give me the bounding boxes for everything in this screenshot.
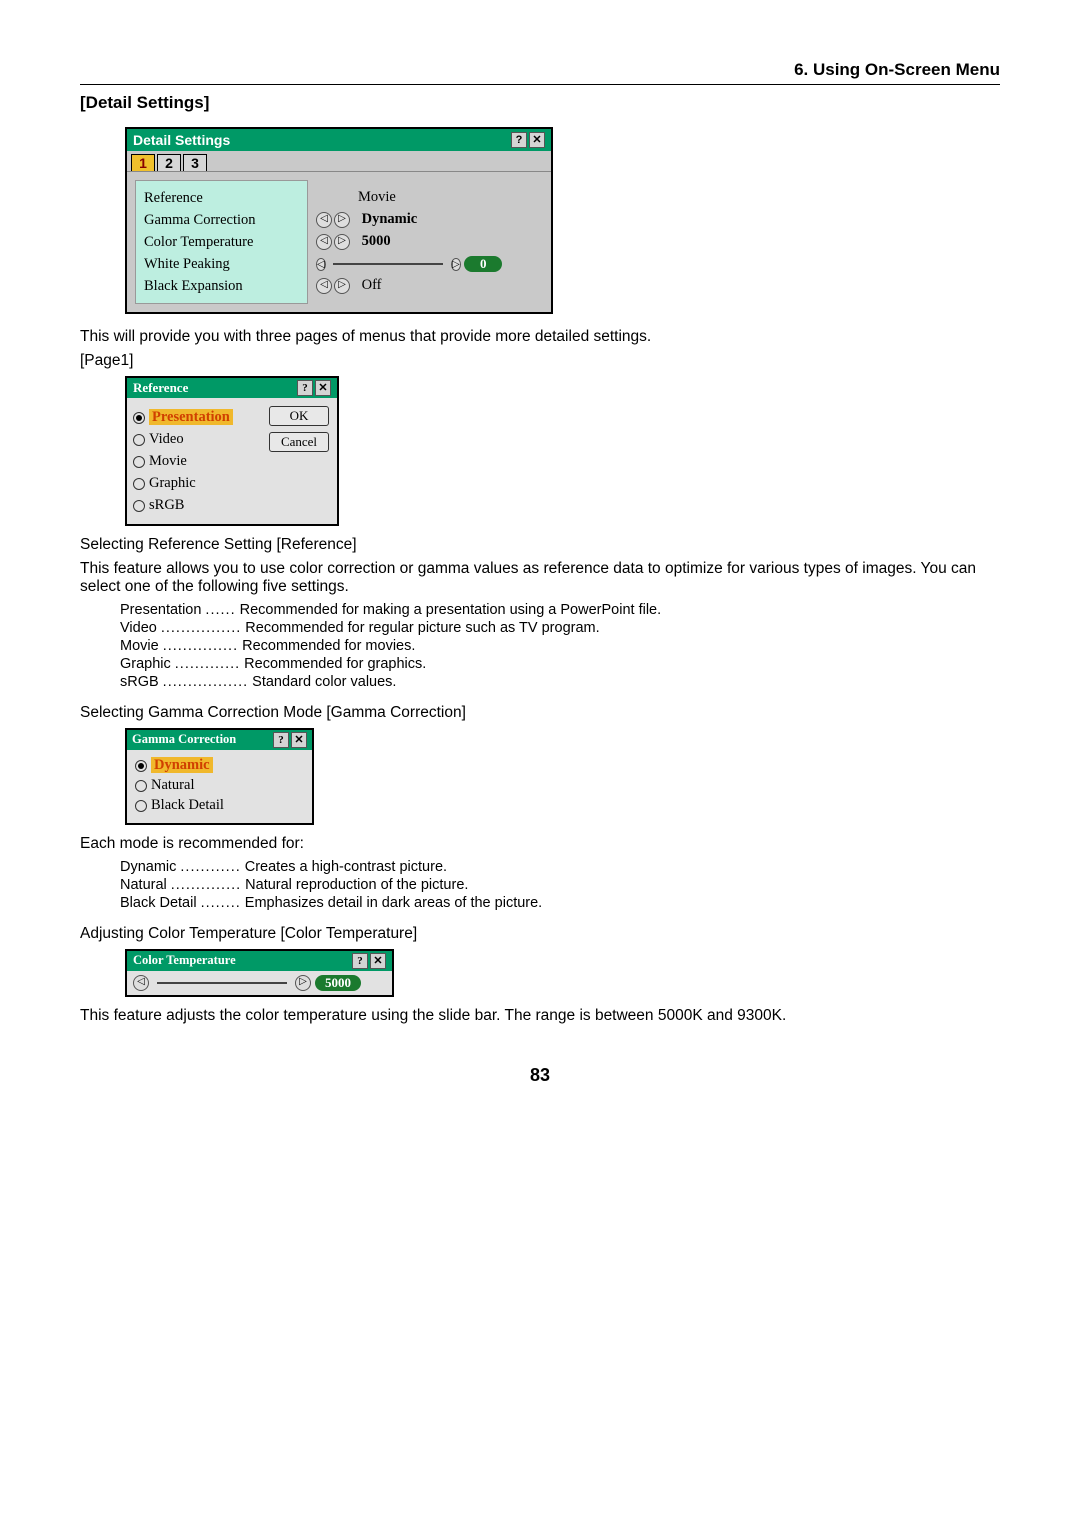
right-arrow-icon[interactable]: ▷ (451, 258, 461, 271)
page1-label: [Page1] (80, 352, 1000, 370)
close-icon[interactable]: ✕ (370, 953, 386, 969)
radio-option[interactable]: Presentation (133, 406, 265, 428)
ct-description: This feature adjusts the color temperatu… (80, 1007, 1000, 1025)
intro-text: This will provide you with three pages o… (80, 328, 1000, 346)
row-label: Gamma Correction (144, 209, 299, 231)
page-number: 83 (80, 1065, 1000, 1086)
list-item: Video................Recommended for reg… (120, 620, 1000, 636)
reference-heading: Selecting Reference Setting [Reference] (80, 536, 1000, 554)
color-temp-dialog: Color Temperature ? ✕ ◁ ▷ 5000 (125, 949, 394, 997)
list-item: Movie...............Recommended for movi… (120, 638, 1000, 654)
section-header: 6. Using On-Screen Menu (80, 60, 1000, 85)
left-arrow-icon[interactable]: ◁ (316, 278, 332, 294)
row-label: White Peaking (144, 253, 299, 275)
row-value: Dynamic (362, 211, 418, 227)
slider-track[interactable] (333, 263, 443, 265)
close-icon[interactable]: ✕ (315, 380, 331, 396)
page-title: [Detail Settings] (80, 93, 1000, 113)
list-item: Graphic.............Recommended for grap… (120, 656, 1000, 672)
list-item: Black Detail........Emphasizes detail in… (120, 895, 1000, 911)
left-arrow-icon[interactable]: ◁ (316, 212, 332, 228)
row-label: Reference (144, 187, 299, 209)
cancel-button[interactable]: Cancel (269, 432, 329, 452)
radio-option[interactable]: Natural (135, 775, 304, 795)
detail-settings-dialog: Detail Settings ? ✕ 1 2 3 Reference Gamm… (125, 127, 553, 314)
ct-heading: Adjusting Color Temperature [Color Tempe… (80, 925, 1000, 943)
right-arrow-icon[interactable]: ▷ (334, 234, 350, 250)
left-arrow-icon[interactable]: ◁ (316, 234, 332, 250)
row-value: 0 (464, 256, 502, 272)
right-arrow-icon[interactable]: ▷ (334, 212, 350, 228)
tab-3[interactable]: 3 (183, 154, 207, 171)
list-item: Presentation......Recommended for making… (120, 602, 1000, 618)
help-icon[interactable]: ? (297, 380, 313, 396)
left-arrow-icon[interactable]: ◁ (133, 975, 149, 991)
color-temp-value: 5000 (315, 975, 361, 991)
radio-option[interactable]: sRGB (133, 494, 265, 516)
row-label: Color Temperature (144, 231, 299, 253)
radio-option[interactable]: Graphic (133, 472, 265, 494)
help-icon[interactable]: ? (511, 132, 527, 148)
close-icon[interactable]: ✕ (529, 132, 545, 148)
left-arrow-icon[interactable]: ◁ (316, 258, 326, 271)
help-icon[interactable]: ? (352, 953, 368, 969)
right-arrow-icon[interactable]: ▷ (295, 975, 311, 991)
detail-settings-title: Detail Settings (133, 132, 230, 148)
reference-title: Reference (133, 380, 188, 396)
slider-track[interactable] (157, 982, 287, 984)
ok-button[interactable]: OK (269, 406, 329, 426)
radio-option[interactable]: Black Detail (135, 795, 304, 815)
list-item: Natural..............Natural reproductio… (120, 877, 1000, 893)
list-item: Dynamic............Creates a high-contra… (120, 859, 1000, 875)
row-label: Black Expansion (144, 275, 299, 297)
reference-description: This feature allows you to use color cor… (80, 560, 1000, 596)
reference-dialog: Reference ? ✕ Presentation Video Movie G… (125, 376, 339, 526)
tab-2[interactable]: 2 (157, 154, 181, 171)
gamma-title: Gamma Correction (132, 732, 236, 748)
row-value: Movie (358, 189, 396, 205)
gamma-heading: Selecting Gamma Correction Mode [Gamma C… (80, 704, 1000, 722)
list-item: sRGB.................Standard color valu… (120, 674, 1000, 690)
radio-option[interactable]: Dynamic (135, 755, 304, 775)
color-temp-title: Color Temperature (133, 953, 236, 969)
gamma-dialog: Gamma Correction ? ✕ Dynamic Natural Bla… (125, 728, 314, 825)
radio-option[interactable]: Video (133, 428, 265, 450)
close-icon[interactable]: ✕ (291, 732, 307, 748)
row-value: 5000 (362, 233, 391, 249)
right-arrow-icon[interactable]: ▷ (334, 278, 350, 294)
row-value: Off (362, 277, 382, 293)
gamma-lead: Each mode is recommended for: (80, 835, 1000, 853)
tab-1[interactable]: 1 (131, 154, 155, 171)
radio-option[interactable]: Movie (133, 450, 265, 472)
help-icon[interactable]: ? (273, 732, 289, 748)
